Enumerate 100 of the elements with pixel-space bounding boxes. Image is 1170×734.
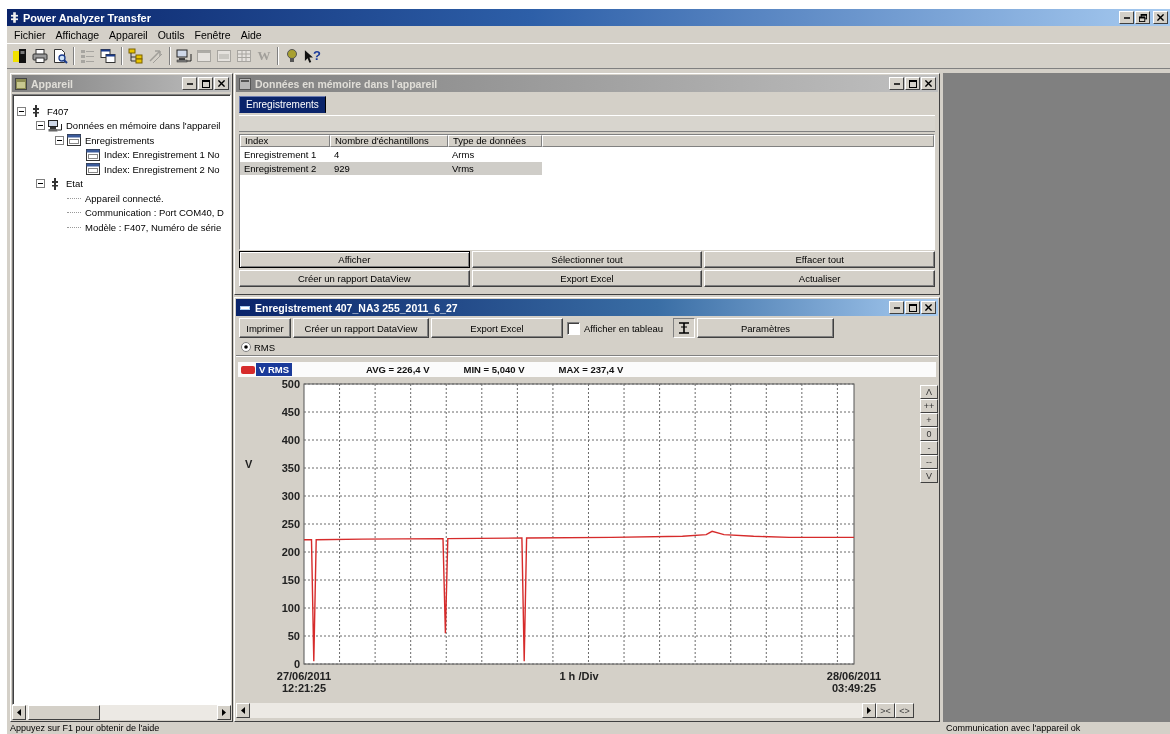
chart-zoom-button[interactable]: ++ — [920, 399, 938, 413]
menu-item[interactable]: Affichage — [50, 27, 105, 42]
device-icon — [11, 12, 18, 23]
tree-item[interactable]: Etat — [66, 178, 83, 190]
restore-button[interactable] — [1135, 11, 1150, 24]
tree-item[interactable]: F407 — [47, 105, 69, 117]
tree-item[interactable]: Enregistrements — [85, 134, 155, 146]
minus-box-icon[interactable] — [36, 121, 45, 131]
minus-box-icon[interactable] — [17, 106, 26, 116]
status-text: Appuyez sur F1 pour obtenir de l'aide — [10, 723, 160, 733]
action-button[interactable]: Export Excel — [471, 270, 703, 287]
minimize-button[interactable] — [889, 301, 904, 314]
table-cell-text: Arms — [451, 148, 476, 161]
span-button[interactable]: <> — [895, 703, 914, 718]
maximize-icon — [908, 79, 917, 88]
scrollbar-thumb[interactable] — [28, 705, 100, 720]
checkbox[interactable] — [567, 321, 580, 335]
radio-label[interactable]: RMS — [254, 341, 276, 353]
column-header[interactable]: Type de données — [448, 135, 542, 147]
window-title: Enregistrement 407_NA3 255_2011_6_27 — [255, 301, 458, 314]
close-icon — [218, 80, 225, 87]
tree-item[interactable]: Index: Enregistrement 1 No — [104, 149, 220, 161]
checkbox-label[interactable]: Afficher en tableau — [584, 322, 664, 334]
minimize-button[interactable] — [1119, 11, 1134, 24]
action-button[interactable]: Afficher — [239, 251, 470, 268]
tree-item[interactable]: Modèle : F407, Numéro de série — [85, 221, 222, 233]
tree-item[interactable]: Communication : Port COM40, D — [85, 207, 224, 219]
x-axis-label: 1 h /Div — [559, 670, 599, 682]
column-header[interactable]: Index — [240, 135, 330, 147]
minimize-icon — [893, 82, 900, 85]
toolbar-button[interactable]: Paramètres — [697, 318, 835, 338]
chart-zoom-button[interactable]: -- — [920, 455, 938, 469]
trace-stat: MIN = 5,040 V — [463, 364, 525, 375]
y-tick-label: 250 — [281, 518, 300, 530]
scroll-right-button[interactable] — [862, 703, 876, 718]
close-icon — [1157, 14, 1164, 21]
y-tick-label: 350 — [281, 462, 300, 474]
window-icon — [196, 48, 212, 64]
meter-icon — [12, 48, 28, 64]
list-row[interactable]: Enregistrement 1 4 Arms — [240, 148, 542, 161]
list-icon — [80, 48, 96, 64]
chart-zoom-button[interactable]: Λ — [920, 385, 938, 399]
action-button[interactable]: Créer un rapport DataView — [239, 270, 470, 287]
radio-button[interactable] — [241, 342, 251, 352]
trace-stat: MAX = 237,4 V — [558, 364, 624, 375]
toolbar-button[interactable]: ? — [302, 45, 323, 67]
printer-icon — [32, 48, 48, 64]
action-button[interactable]: Effacer tout — [704, 251, 935, 268]
print-preview-icon — [52, 48, 68, 64]
chart-zoom-button[interactable]: V — [920, 469, 938, 483]
panel-title: Appareil — [31, 77, 73, 90]
table-cell-text: Enregistrement 2 — [243, 162, 318, 175]
y-tick-label: 50 — [287, 630, 300, 642]
tree-item[interactable]: Index: Enregistrement 2 No — [104, 163, 220, 175]
column-header[interactable]: Nombre d'échantillons — [330, 135, 448, 147]
icon-button[interactable] — [673, 318, 696, 338]
device-icon — [52, 177, 58, 190]
toolbar-button[interactable]: Imprimer — [239, 318, 291, 338]
toolbar-button[interactable]: Export Excel — [431, 318, 563, 338]
action-button[interactable]: Sélectionner tout — [471, 251, 703, 268]
grid-icon — [236, 48, 252, 64]
tree-item[interactable]: Données en mémoire dans l'appareil — [66, 120, 221, 132]
close-button[interactable] — [921, 301, 936, 314]
y-tick-label: 100 — [281, 602, 300, 614]
scroll-right-button[interactable] — [217, 705, 231, 720]
y-tick-label: 400 — [281, 434, 300, 446]
maximize-button[interactable] — [905, 301, 920, 314]
minus-box-icon[interactable] — [55, 135, 64, 145]
menu-item[interactable]: Outils — [152, 27, 190, 42]
status-text: Communication avec l'appareil ok — [946, 723, 1081, 733]
x-tick-label: 28/06/2011 03:49:25 — [826, 670, 882, 694]
arrows-icon — [148, 48, 164, 64]
menu-item[interactable]: Fenêtre — [189, 27, 236, 42]
y-axis-label: V — [245, 458, 253, 470]
action-button[interactable]: Actualiser — [704, 270, 935, 287]
i-beam-icon — [678, 322, 691, 334]
tree-item[interactable]: Appareil connecté. — [85, 192, 164, 204]
close-button[interactable] — [1153, 11, 1168, 24]
scroll-left-button[interactable] — [12, 705, 26, 720]
scroll-left-button[interactable] — [236, 703, 250, 718]
right-triangle-icon — [867, 707, 871, 714]
window-icon — [15, 77, 27, 90]
chart-zoom-button[interactable]: - — [920, 441, 938, 455]
window-icon — [239, 77, 251, 90]
window-icon — [86, 163, 100, 176]
chart-zoom-button[interactable]: 0 — [920, 427, 938, 441]
minus-box-icon[interactable] — [36, 179, 45, 189]
trace-stat: AVG = 226,4 V — [366, 364, 430, 375]
window-icon — [86, 148, 100, 161]
trace-name[interactable]: V RMS — [256, 363, 293, 376]
menu-item[interactable]: Fichier — [9, 27, 51, 42]
minimize-icon — [1123, 16, 1130, 19]
list-row[interactable]: Enregistrement 2 929 Vrms — [240, 162, 542, 175]
menu-item[interactable]: Aide — [235, 27, 267, 42]
span-button[interactable]: >< — [876, 703, 895, 718]
tab[interactable]: Enregistrements — [239, 96, 326, 113]
menu-item[interactable]: Appareil — [104, 27, 153, 42]
toolbar-button[interactable]: Créer un rapport DataView — [293, 318, 429, 338]
folder-tree-icon — [128, 48, 144, 64]
chart-zoom-button[interactable]: + — [920, 413, 938, 427]
